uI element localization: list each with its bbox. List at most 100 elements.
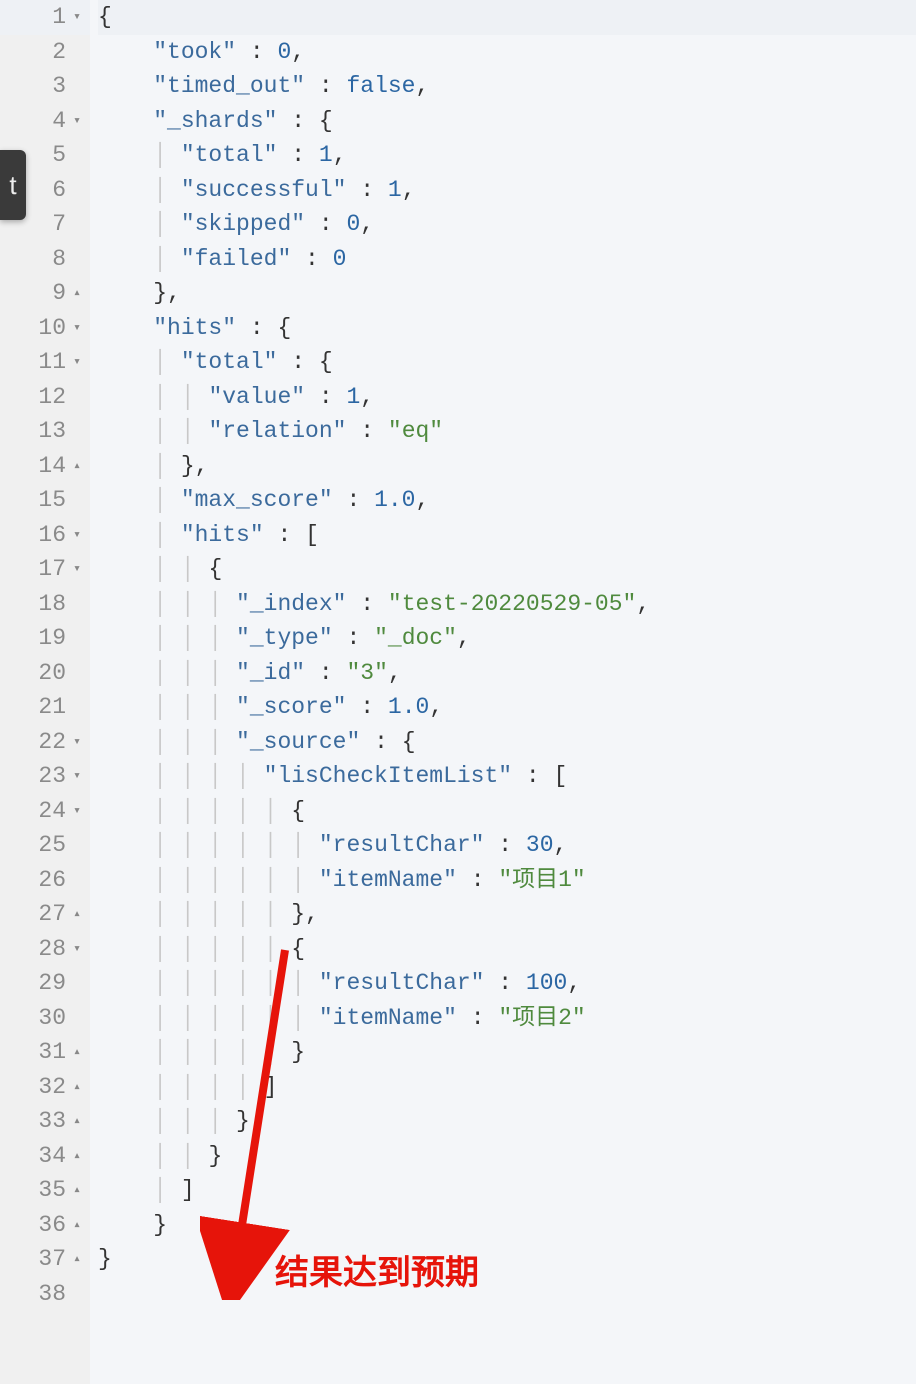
annotation-text: 结果达到预期 — [275, 1245, 479, 1294]
code-line[interactable]: │ │ │ "_id" : "3", — [98, 656, 916, 691]
code-line[interactable]: │ }, — [98, 449, 916, 484]
fold-toggle-icon[interactable]: ▾ — [70, 104, 84, 139]
code-line[interactable]: │ │ │ │ ] — [98, 1070, 916, 1105]
fold-toggle-icon[interactable]: ▾ — [70, 345, 84, 380]
token-key: "skipped" — [181, 211, 305, 237]
fold-toggle-icon[interactable]: ▾ — [70, 794, 84, 829]
code-area[interactable]: { "took" : 0, "timed_out" : false, "_sha… — [90, 0, 916, 1384]
code-line[interactable]: } — [98, 1242, 916, 1277]
code-line[interactable]: │ "max_score" : 1.0, — [98, 483, 916, 518]
token-punct: : [ — [512, 763, 567, 789]
token — [98, 487, 153, 513]
token-indent-guide: │ — [153, 142, 181, 168]
code-line[interactable]: "_shards" : { — [98, 104, 916, 139]
token-num: 100 — [526, 970, 567, 996]
fold-toggle-icon[interactable]: ▾ — [70, 932, 84, 967]
code-line[interactable]: } — [98, 1208, 916, 1243]
fold-toggle-icon[interactable]: ▴ — [70, 1070, 84, 1105]
code-line[interactable]: │ "successful" : 1, — [98, 173, 916, 208]
code-line[interactable]: │ │ │ │ │ } — [98, 1035, 916, 1070]
line-number: 13 — [38, 414, 66, 449]
code-line[interactable]: │ │ │ │ │ │ "itemName" : "项目1" — [98, 863, 916, 898]
line-number: 29 — [38, 966, 66, 1001]
code-editor[interactable]: 1▾234▾56789▴10▾11▾121314▴1516▾17▾1819202… — [0, 0, 916, 1384]
fold-toggle-icon[interactable]: ▾ — [70, 518, 84, 553]
gutter-line: 32▴ — [0, 1070, 90, 1105]
code-line[interactable]: │ "hits" : [ — [98, 518, 916, 553]
token-punct: , — [360, 211, 374, 237]
code-line[interactable]: │ │ │ } — [98, 1104, 916, 1139]
line-number: 22 — [38, 725, 66, 760]
fold-toggle-icon[interactable]: ▾ — [70, 759, 84, 794]
fold-toggle-icon[interactable]: ▴ — [70, 1104, 84, 1139]
fold-toggle-icon[interactable]: ▴ — [70, 1242, 84, 1277]
code-line[interactable]: │ │ "value" : 1, — [98, 380, 916, 415]
code-line[interactable]: │ │ } — [98, 1139, 916, 1174]
code-line[interactable]: │ │ { — [98, 552, 916, 587]
code-line[interactable]: │ │ "relation" : "eq" — [98, 414, 916, 449]
gutter-line: 36▴ — [0, 1208, 90, 1243]
fold-toggle-icon[interactable]: ▴ — [70, 449, 84, 484]
token — [98, 729, 153, 755]
token-indent-guide: │ — [153, 453, 181, 479]
code-line[interactable]: │ │ │ │ │ }, — [98, 897, 916, 932]
fold-toggle-icon[interactable]: ▴ — [70, 897, 84, 932]
code-line[interactable]: │ "total" : 1, — [98, 138, 916, 173]
code-line[interactable]: │ "failed" : 0 — [98, 242, 916, 277]
token-key: "total" — [181, 142, 278, 168]
code-line[interactable]: "took" : 0, — [98, 35, 916, 70]
token — [98, 970, 153, 996]
fold-toggle-icon[interactable]: ▴ — [70, 1139, 84, 1174]
token — [98, 867, 153, 893]
token-indent-guide: │ │ — [153, 556, 208, 582]
token-punct: , — [360, 384, 374, 410]
token-key: "value" — [208, 384, 305, 410]
code-line[interactable] — [98, 1277, 916, 1312]
fold-toggle-icon[interactable]: ▾ — [70, 552, 84, 587]
code-line[interactable]: │ ] — [98, 1173, 916, 1208]
code-line[interactable]: │ │ │ "_score" : 1.0, — [98, 690, 916, 725]
fold-toggle-icon[interactable]: ▴ — [70, 1173, 84, 1208]
token-key: "hits" — [181, 522, 264, 548]
code-line[interactable]: }, — [98, 276, 916, 311]
token-key: "_source" — [236, 729, 360, 755]
token-punct: , — [416, 487, 430, 513]
token — [98, 39, 153, 65]
token — [98, 522, 153, 548]
code-line[interactable]: { — [98, 0, 916, 35]
code-line[interactable]: │ │ │ │ │ │ "resultChar" : 30, — [98, 828, 916, 863]
token-indent-guide: │ │ │ — [153, 694, 236, 720]
token-punct: : — [346, 177, 387, 203]
code-line[interactable]: "hits" : { — [98, 311, 916, 346]
code-line[interactable]: │ "total" : { — [98, 345, 916, 380]
code-line[interactable]: "timed_out" : false, — [98, 69, 916, 104]
code-line[interactable]: │ │ │ "_index" : "test-20220529-05", — [98, 587, 916, 622]
gutter-line: 4▾ — [0, 104, 90, 139]
line-number: 33 — [38, 1104, 66, 1139]
token-punct: }, — [98, 280, 181, 306]
code-line[interactable]: │ │ │ │ "lisCheckItemList" : [ — [98, 759, 916, 794]
token-punct: , — [291, 39, 305, 65]
fold-toggle-icon[interactable]: ▾ — [70, 0, 84, 35]
code-line[interactable]: │ │ │ "_source" : { — [98, 725, 916, 760]
fold-toggle-icon[interactable]: ▴ — [70, 1208, 84, 1243]
code-line[interactable]: │ │ │ │ │ │ "resultChar" : 100, — [98, 966, 916, 1001]
code-line[interactable]: │ │ │ │ │ │ "itemName" : "项目2" — [98, 1001, 916, 1036]
code-line[interactable]: │ │ │ "_type" : "_doc", — [98, 621, 916, 656]
fold-toggle-icon[interactable]: ▾ — [70, 311, 84, 346]
token-str: "3" — [346, 660, 387, 686]
gutter-line: 31▴ — [0, 1035, 90, 1070]
token-punct: : — [485, 970, 526, 996]
fold-toggle-icon[interactable]: ▴ — [70, 276, 84, 311]
code-line[interactable]: │ │ │ │ │ { — [98, 794, 916, 829]
token-punct: : — [236, 39, 277, 65]
gutter-line: 12 — [0, 380, 90, 415]
token — [98, 1177, 153, 1203]
token-punct: : — [485, 832, 526, 858]
token-str: "_doc" — [374, 625, 457, 651]
token — [98, 694, 153, 720]
code-line[interactable]: │ "skipped" : 0, — [98, 207, 916, 242]
code-line[interactable]: │ │ │ │ │ { — [98, 932, 916, 967]
fold-toggle-icon[interactable]: ▾ — [70, 725, 84, 760]
fold-toggle-icon[interactable]: ▴ — [70, 1035, 84, 1070]
